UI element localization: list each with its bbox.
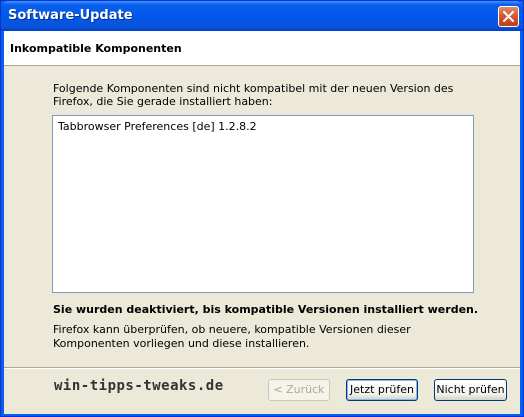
watermark: win-tipps-tweaks.de bbox=[54, 378, 224, 394]
deactivated-warning: Sie wurden deaktiviert, bis kompatible V… bbox=[53, 303, 479, 316]
close-button[interactable] bbox=[498, 6, 519, 27]
footer-divider bbox=[4, 367, 520, 369]
update-check-info: Firefox kann überprüfen, ob neuere, komp… bbox=[53, 323, 411, 350]
back-button[interactable]: < Zurück bbox=[268, 379, 330, 401]
incompatible-components-list[interactable]: Tabbrowser Preferences [de] 1.2.8.2 bbox=[52, 115, 474, 293]
check-now-button[interactable]: Jetzt prüfen bbox=[346, 379, 418, 401]
title-bar[interactable]: Software-Update bbox=[1, 1, 523, 31]
close-icon bbox=[503, 11, 514, 22]
intro-text: Folgende Komponenten sind nicht kompatib… bbox=[53, 82, 454, 108]
dialog-window: Software-Update Inkompatible Komponenten… bbox=[0, 0, 524, 417]
list-item[interactable]: Tabbrowser Preferences [de] 1.2.8.2 bbox=[58, 120, 257, 133]
page-title: Inkompatible Komponenten bbox=[10, 42, 182, 55]
window-title: Software-Update bbox=[8, 8, 133, 23]
dialog-body: Inkompatible Komponenten Folgende Kompon… bbox=[4, 31, 520, 414]
dont-check-button[interactable]: Nicht prüfen bbox=[434, 379, 507, 401]
wizard-header: Inkompatible Komponenten bbox=[4, 31, 520, 66]
